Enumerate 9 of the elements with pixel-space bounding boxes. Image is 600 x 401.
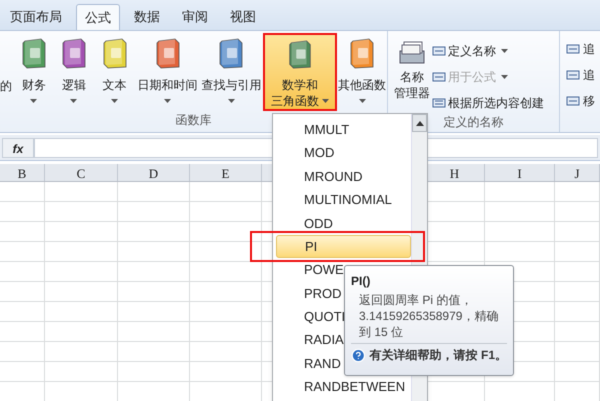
group-label: 定义的名称 [444, 114, 504, 131]
tooltip-text: 返回圆周率 Pi 的值， [359, 292, 474, 308]
tooltip-title: PI() [351, 273, 372, 290]
fx-label: fx [2, 138, 34, 158]
tooltip-text: 3.14159265358979，精确 [359, 308, 500, 324]
tooltip-text: 到 15 位 [359, 324, 404, 340]
group-label: 函数库 [176, 112, 212, 129]
cut-label: 的 [0, 78, 13, 95]
help-text: 有关详细帮助，请按 F1。 [370, 347, 507, 364]
